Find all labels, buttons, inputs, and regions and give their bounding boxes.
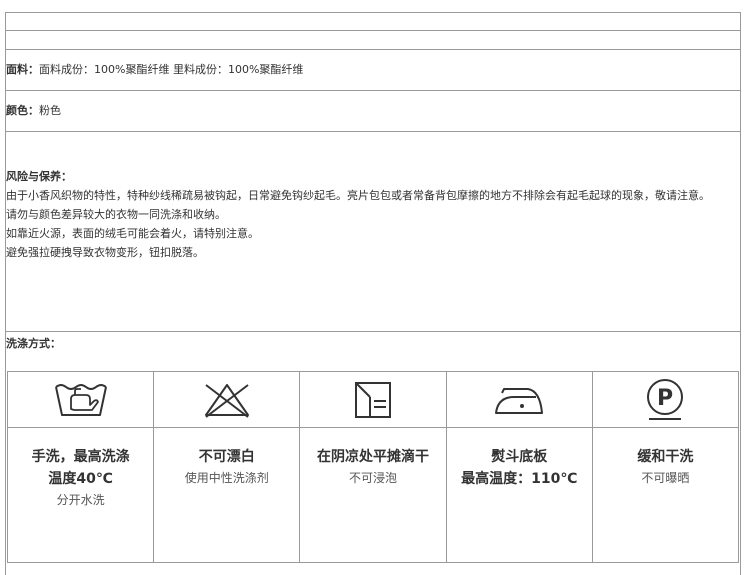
iron-icon xyxy=(495,387,544,414)
washing-title-row: 洗涤方式： xyxy=(6,335,61,353)
care-title: 不可漂白 xyxy=(198,449,255,465)
care-title: 手洗，最高洗涤 xyxy=(31,449,130,465)
fabric-text: 面料成份：100%聚酯纤维 里料成份：100%聚酯纤维 xyxy=(39,63,304,76)
care-title-2: 最高温度：110℃ xyxy=(461,471,578,487)
care-note: 不可浸泡 xyxy=(349,471,398,485)
risk-section: 风险与保养： 由于小香风织物的特性，特种纱线稀疏易被钩起，日常避免钩纱起毛。亮片… xyxy=(6,167,738,262)
care-note: 不可曝晒 xyxy=(641,471,690,485)
risk-line: 由于小香风织物的特性，特种纱线稀疏易被钩起，日常避免钩纱起毛。亮片包包或者常备背… xyxy=(6,189,710,202)
care-cell-hand-wash: 手洗，最高洗涤 温度40℃ 分开水洗 xyxy=(8,372,155,562)
risk-line: 如靠近火源，表面的绒毛可能会着火，请特别注意。 xyxy=(6,227,259,240)
fabric-row: 面料：面料成份：100%聚酯纤维 里料成份：100%聚酯纤维 xyxy=(6,61,303,79)
color-row: 颜色：粉色 xyxy=(6,102,61,120)
color-value: 粉色 xyxy=(39,104,61,117)
dry-flat-shade-icon xyxy=(355,381,391,418)
care-note: 使用中性洗涤剂 xyxy=(184,471,269,485)
risk-line: 请勿与颜色差异较大的衣物一同洗涤和收纳。 xyxy=(6,208,226,221)
care-cell-no-bleach: 不可漂白 使用中性洗涤剂 xyxy=(154,372,301,562)
svg-text:P: P xyxy=(657,386,673,411)
care-cell-dry-clean: P 缓和干洗 不可曝晒 xyxy=(592,372,739,562)
care-cell-iron: 熨斗底板 最高温度：110℃ xyxy=(446,372,593,562)
care-title: 熨斗底板 xyxy=(491,449,548,465)
care-title: 缓和干洗 xyxy=(637,449,694,465)
dry-clean-p-icon: P xyxy=(647,378,684,420)
hand-wash-icon xyxy=(54,383,107,416)
risk-line: 避免强拉硬拽导致衣物变形，钮扣脱落。 xyxy=(6,246,204,259)
care-note: 分开水洗 xyxy=(56,493,105,507)
risk-title: 风险与保养： xyxy=(6,170,72,183)
care-title: 在阴凉处平摊滴干 xyxy=(317,449,429,465)
divider xyxy=(5,331,741,332)
care-symbol-table: 手洗，最高洗涤 温度40℃ 分开水洗 不可漂白 使用中性洗涤剂 在阴凉处平摊滴干… xyxy=(7,371,739,563)
washing-title: 洗涤方式： xyxy=(6,337,61,350)
care-cell-dry-flat: 在阴凉处平摊滴干 不可浸泡 xyxy=(300,372,447,562)
divider xyxy=(5,49,741,50)
no-bleach-icon xyxy=(204,383,249,418)
divider xyxy=(5,131,741,132)
fabric-label: 面料： xyxy=(6,63,39,76)
color-label: 颜色： xyxy=(6,104,39,117)
divider xyxy=(5,90,741,91)
divider xyxy=(5,30,741,31)
care-title-2: 温度40℃ xyxy=(48,471,113,487)
